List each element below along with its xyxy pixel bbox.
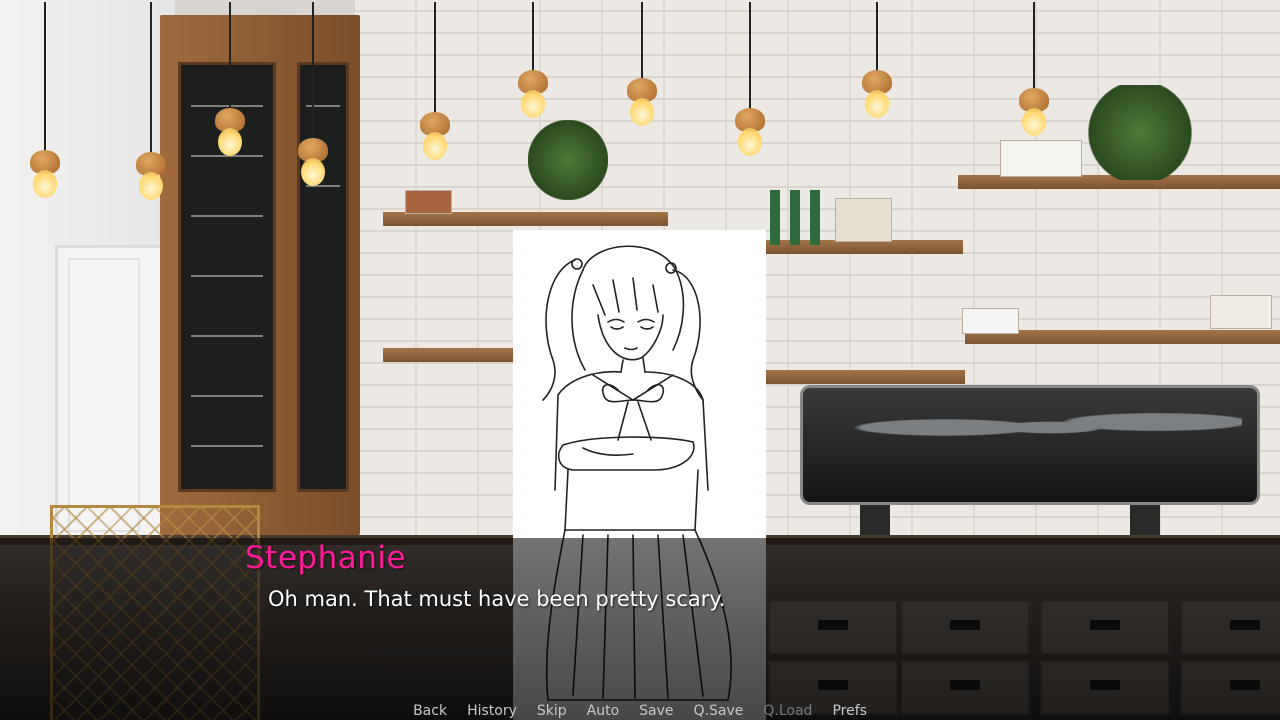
preferences-button[interactable]: Prefs [822,703,876,720]
wall-shelf [383,212,668,226]
potted-plant [1085,85,1195,180]
quick-menu: Back History Skip Auto Save Q.Save Q.Loa… [0,703,1280,720]
bottles [770,190,830,245]
pendant-lamp [862,2,892,120]
potted-plant [528,120,608,200]
speaker-name: Stephanie [245,540,407,576]
history-button[interactable]: History [457,703,527,720]
espresso-machine [800,385,1260,505]
game-screen[interactable]: Stephanie Oh man. That must have been pr… [0,0,1280,720]
chalkboard-coffee [297,62,349,492]
save-button[interactable]: Save [629,703,683,720]
pendant-lamp [30,2,60,200]
background-door [55,245,165,545]
pendant-lamp [298,2,328,188]
pendant-lamp [215,2,245,158]
dialogue-text: Oh man. That must have been pretty scary… [268,587,726,611]
basket [962,308,1019,334]
pendant-lamp [518,2,548,120]
quick-load-button[interactable]: Q.Load [753,703,822,720]
container [835,198,892,242]
container [405,190,452,214]
pendant-lamp [136,2,166,202]
skip-button[interactable]: Skip [527,703,577,720]
back-button[interactable]: Back [403,703,457,720]
wall-shelf [383,348,523,362]
basket [1210,295,1272,329]
wall-shelf [765,370,965,384]
quick-save-button[interactable]: Q.Save [684,703,754,720]
pendant-lamp [627,2,657,128]
pendant-lamp [420,2,450,162]
pendant-lamp [735,2,765,158]
basket [1000,140,1082,177]
dialogue-window[interactable] [0,538,1280,720]
auto-button[interactable]: Auto [577,703,630,720]
pendant-lamp [1019,2,1049,138]
